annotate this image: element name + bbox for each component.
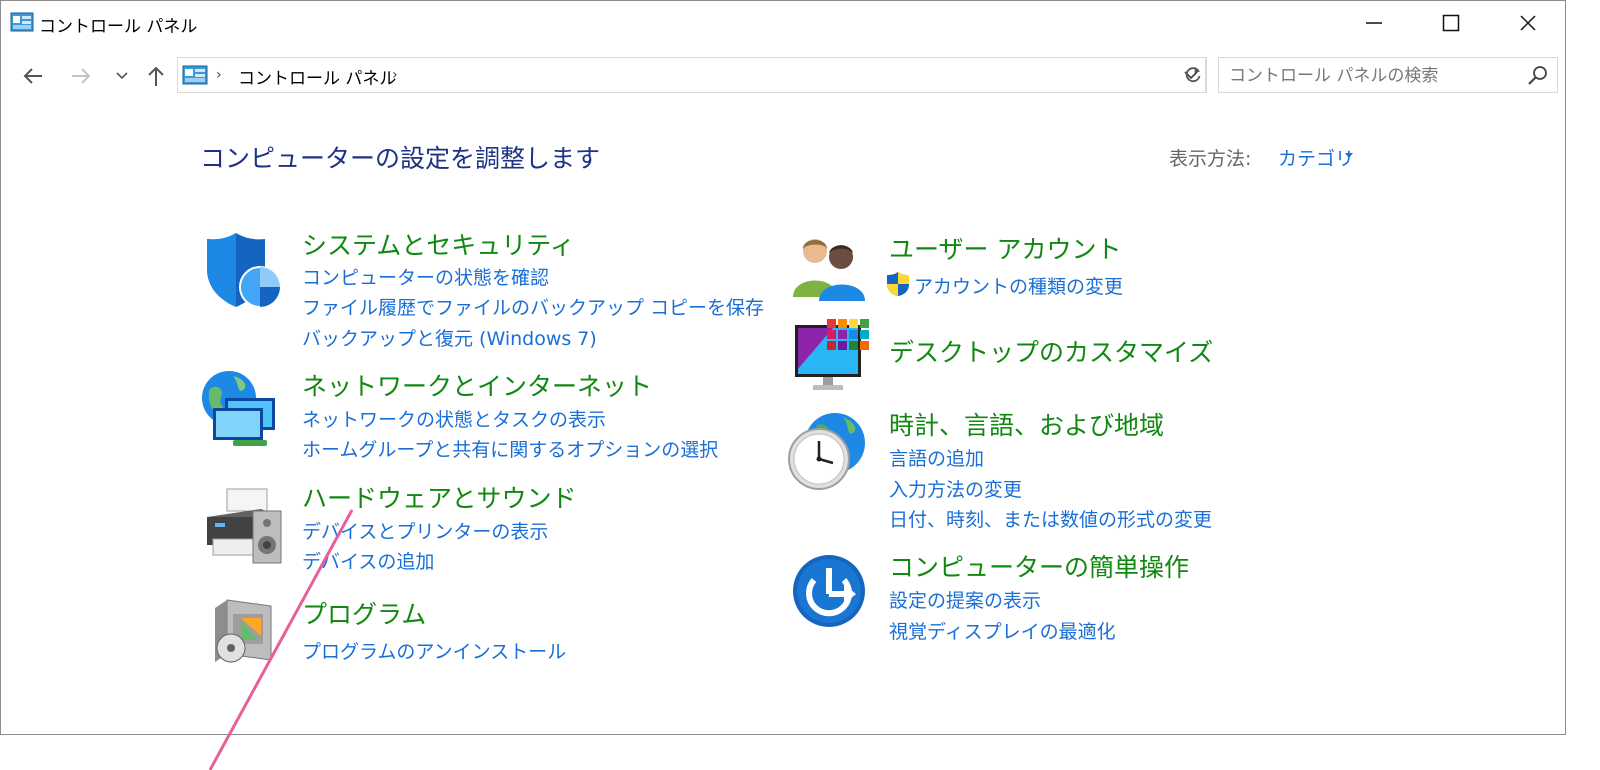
link-file-history-backup[interactable]: ファイル履歴でファイルのバックアップ コピーを保存 bbox=[302, 293, 764, 320]
close-icon bbox=[1520, 15, 1536, 31]
search-icon[interactable] bbox=[1527, 65, 1549, 87]
category-clock-language-region[interactable]: 時計、言語、および地域 bbox=[889, 406, 1164, 442]
link-uninstall-program[interactable]: プログラムのアンインストール bbox=[302, 637, 566, 664]
category-hardware-sound[interactable]: ハードウェアとサウンド bbox=[302, 479, 577, 515]
control-panel-icon bbox=[182, 65, 208, 85]
link-check-computer-status[interactable]: コンピューターの状態を確認 bbox=[302, 263, 549, 290]
breadcrumb-control-panel[interactable]: コントロール パネル bbox=[238, 64, 396, 89]
link-add-language[interactable]: 言語の追加 bbox=[889, 444, 984, 471]
breadcrumb-chevron-icon[interactable]: › bbox=[216, 67, 222, 83]
control-panel-icon bbox=[10, 12, 34, 32]
recent-locations-button[interactable] bbox=[108, 61, 136, 91]
category-desktop-customization[interactable]: デスクトップのカスタマイズ bbox=[889, 333, 1213, 369]
page-title: コンピューターの設定を調整します bbox=[200, 144, 601, 173]
refresh-icon bbox=[1185, 67, 1200, 83]
arrow-up-icon bbox=[148, 66, 164, 86]
navigation-bar: › コントロール パネル › bbox=[1, 57, 1565, 95]
category-user-accounts[interactable]: ユーザー アカウント bbox=[889, 230, 1121, 266]
back-button[interactable] bbox=[19, 61, 47, 91]
ease-of-access-icon[interactable] bbox=[792, 554, 866, 628]
clock-globe-icon[interactable] bbox=[787, 411, 867, 493]
uac-shield-icon bbox=[887, 272, 909, 296]
minimize-button[interactable] bbox=[1335, 1, 1413, 45]
forward-button[interactable] bbox=[67, 61, 95, 91]
arrow-right-icon bbox=[72, 68, 91, 84]
desktop-customize-icon[interactable] bbox=[793, 319, 871, 395]
link-homegroup-sharing[interactable]: ホームグループと共有に関するオプションの選択 bbox=[302, 435, 718, 462]
arrow-left-icon bbox=[23, 68, 42, 84]
network-globe-icon[interactable] bbox=[199, 368, 283, 450]
view-by-dropdown[interactable]: カテゴリ bbox=[1278, 144, 1354, 171]
link-change-input-method[interactable]: 入力方法の変更 bbox=[889, 475, 1022, 502]
printer-speaker-icon[interactable] bbox=[201, 487, 285, 567]
link-change-date-time-format[interactable]: 日付、時刻、または数値の形式の変更 bbox=[889, 505, 1212, 532]
link-add-device[interactable]: デバイスの追加 bbox=[302, 547, 434, 574]
maximize-icon bbox=[1442, 14, 1460, 32]
refresh-button[interactable] bbox=[1179, 57, 1207, 93]
programs-icon[interactable] bbox=[211, 598, 277, 668]
chevron-down-icon bbox=[116, 72, 128, 80]
search-input[interactable] bbox=[1219, 58, 1521, 94]
shield-icon[interactable] bbox=[204, 231, 282, 309]
link-backup-restore[interactable]: バックアップと復元 (Windows 7) bbox=[302, 324, 597, 351]
up-button[interactable] bbox=[142, 61, 170, 91]
search-box[interactable] bbox=[1218, 57, 1558, 94]
users-icon[interactable] bbox=[791, 235, 867, 301]
title-bar[interactable]: コントロール パネル bbox=[1, 1, 1565, 45]
maximize-button[interactable] bbox=[1412, 1, 1490, 45]
link-get-recommendations[interactable]: 設定の提案の表示 bbox=[889, 586, 1041, 613]
window-title: コントロール パネル bbox=[39, 17, 198, 37]
close-button[interactable] bbox=[1489, 1, 1567, 45]
link-devices-printers[interactable]: デバイスとプリンターの表示 bbox=[302, 517, 548, 544]
category-ease-of-access[interactable]: コンピューターの簡単操作 bbox=[889, 548, 1189, 584]
link-change-account-type[interactable]: アカウントの種類の変更 bbox=[914, 272, 1123, 299]
dropdown-arrow-icon[interactable] bbox=[1345, 153, 1353, 159]
minimize-icon bbox=[1366, 22, 1382, 24]
category-programs[interactable]: プログラム bbox=[302, 595, 426, 631]
address-bar[interactable]: › コントロール パネル › bbox=[177, 57, 1206, 93]
category-network-internet[interactable]: ネットワークとインターネット bbox=[302, 367, 652, 403]
link-network-status[interactable]: ネットワークの状態とタスクの表示 bbox=[302, 405, 606, 432]
category-system-security[interactable]: システムとセキュリティ bbox=[302, 226, 575, 262]
view-by-label: 表示方法: bbox=[1169, 148, 1252, 170]
link-optimize-visual-display[interactable]: 視覚ディスプレイの最適化 bbox=[889, 617, 1116, 644]
breadcrumb-chevron-icon[interactable]: › bbox=[392, 67, 398, 83]
control-panel-window: コントロール パネル › コントロール パネル › コントロール パネルの検索 … bbox=[0, 0, 1566, 735]
